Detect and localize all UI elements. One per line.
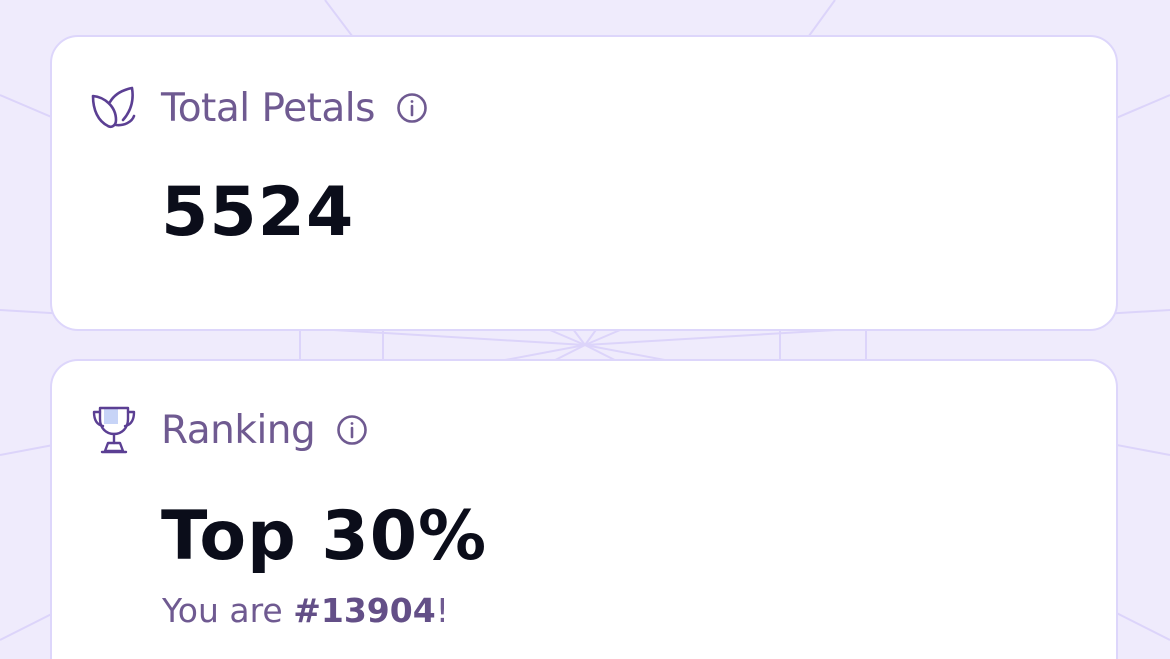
trophy-icon — [89, 405, 139, 455]
total-petals-value: 5524 — [161, 173, 355, 252]
info-icon[interactable] — [335, 413, 369, 447]
ranking-number: #13904 — [293, 591, 436, 630]
ranking-card: Ranking Top 30% You are #13904! — [50, 359, 1118, 659]
ranking-title: Ranking — [161, 407, 316, 453]
leaf-icon — [89, 83, 139, 133]
total-petals-card: Total Petals 5524 — [50, 35, 1118, 331]
info-icon[interactable] — [395, 91, 429, 125]
ranking-subtext-suffix: ! — [435, 591, 449, 630]
ranking-header: Ranking — [89, 405, 369, 455]
total-petals-header: Total Petals — [89, 83, 429, 133]
ranking-subtext: You are #13904! — [162, 591, 449, 630]
total-petals-title: Total Petals — [161, 85, 375, 131]
ranking-subtext-prefix: You are — [162, 591, 294, 630]
ranking-value: Top 30% — [161, 497, 488, 576]
